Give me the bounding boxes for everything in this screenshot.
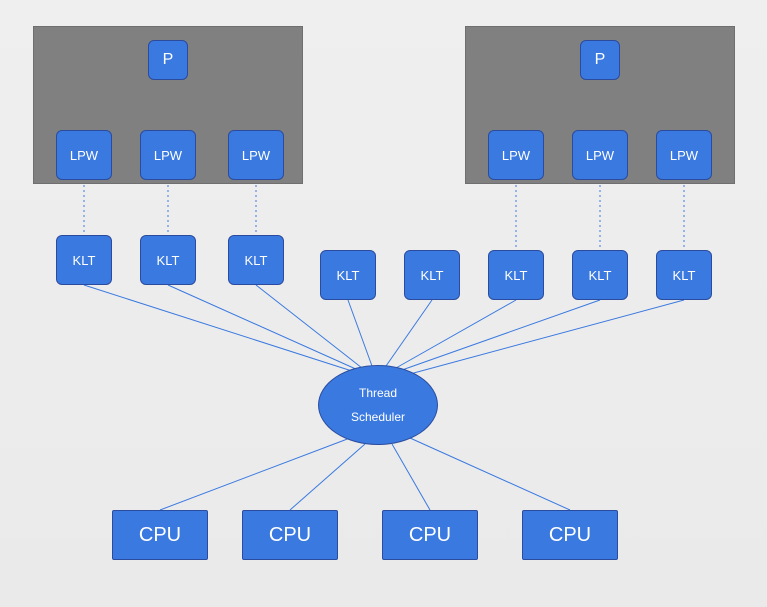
label: KLT — [505, 268, 528, 283]
klt-box: KLT — [404, 250, 460, 300]
klt-box: KLT — [320, 250, 376, 300]
label: KLT — [157, 253, 180, 268]
thread-scheduler: Thread Scheduler — [318, 365, 438, 445]
process-box-left: P — [148, 40, 188, 80]
process-box-right: P — [580, 40, 620, 80]
label: KLT — [589, 268, 612, 283]
klt-box: KLT — [228, 235, 284, 285]
label: LPW — [670, 148, 698, 163]
klt-box: KLT — [572, 250, 628, 300]
cpu-box: CPU — [382, 510, 478, 560]
label: LPW — [242, 148, 270, 163]
lpw-box: LPW — [656, 130, 712, 180]
lpw-box: LPW — [572, 130, 628, 180]
label: KLT — [245, 253, 268, 268]
label: CPU — [549, 524, 591, 547]
label: P — [163, 51, 174, 69]
label: KLT — [337, 268, 360, 283]
label-line2: Scheduler — [351, 405, 405, 429]
label: LPW — [502, 148, 530, 163]
klt-box: KLT — [140, 235, 196, 285]
label: LPW — [154, 148, 182, 163]
label: LPW — [586, 148, 614, 163]
label: CPU — [409, 524, 451, 547]
klt-box: KLT — [56, 235, 112, 285]
lpw-box: LPW — [228, 130, 284, 180]
label-line1: Thread — [359, 381, 397, 405]
lpw-box: LPW — [488, 130, 544, 180]
lpw-box: LPW — [140, 130, 196, 180]
label: CPU — [139, 524, 181, 547]
cpu-box: CPU — [522, 510, 618, 560]
label: CPU — [269, 524, 311, 547]
label: KLT — [73, 253, 96, 268]
label: KLT — [421, 268, 444, 283]
cpu-box: CPU — [112, 510, 208, 560]
klt-box: KLT — [488, 250, 544, 300]
klt-box: KLT — [656, 250, 712, 300]
cpu-box: CPU — [242, 510, 338, 560]
label: P — [595, 51, 606, 69]
lpw-box: LPW — [56, 130, 112, 180]
label: LPW — [70, 148, 98, 163]
label: KLT — [673, 268, 696, 283]
